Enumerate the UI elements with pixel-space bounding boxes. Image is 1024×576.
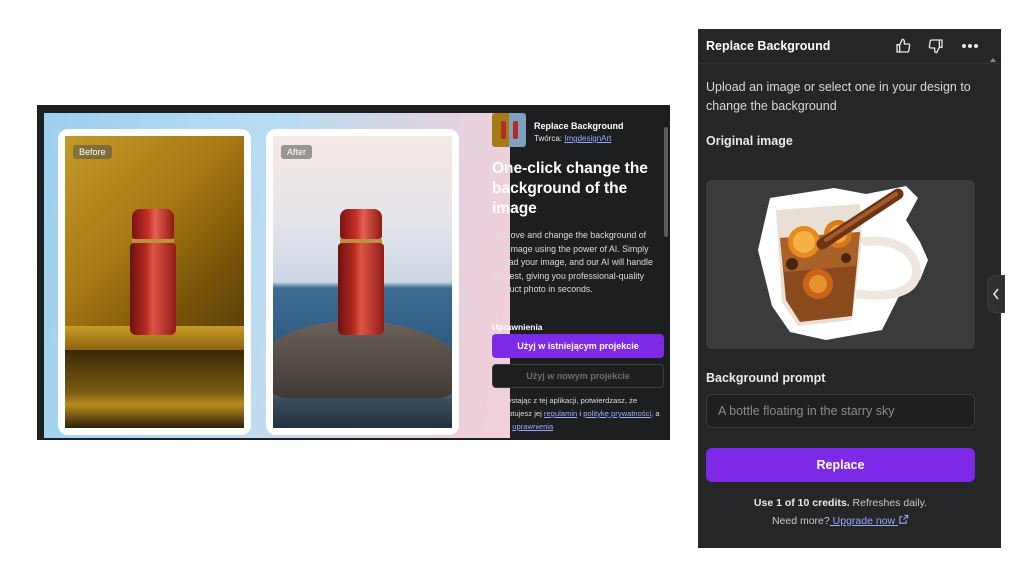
credits-count: Use 1 of 10 credits. — [753, 497, 850, 509]
listing-scrollbar[interactable] — [664, 127, 668, 237]
panel-intro: Upload an image or select one in your de… — [706, 80, 971, 113]
upgrade-link[interactable]: Upgrade now — [829, 514, 909, 527]
header-divider — [698, 63, 1001, 64]
author-prefix: Twórca: — [534, 134, 565, 143]
red-bottle — [338, 209, 384, 335]
scroll-up-icon[interactable] — [990, 58, 996, 62]
before-image: Before — [65, 136, 244, 428]
more-icon[interactable] — [960, 36, 980, 56]
original-image — [758, 186, 928, 340]
credits-refresh: Refreshes daily. — [849, 497, 928, 509]
credits-info: Use 1 of 10 credits. Refreshes daily. — [698, 497, 983, 509]
app-info: Replace Background Twórca: ImgdesignArt … — [492, 113, 670, 438]
background-prompt-label: Background prompt — [706, 371, 826, 385]
author-link[interactable]: ImgdesignArt — [564, 134, 611, 143]
collapse-panel-handle[interactable] — [987, 275, 1005, 313]
after-tag: After — [281, 145, 313, 159]
permissions-link[interactable]: uprawnienia — [512, 422, 553, 431]
thumbs-down-icon[interactable] — [926, 36, 946, 56]
use-in-existing-project-button[interactable]: Użyj w istniejącym projekcie — [492, 334, 664, 358]
terms-link[interactable]: regulamin — [544, 409, 577, 418]
before-card: Before — [58, 129, 251, 435]
before-after-preview: Before After — [44, 113, 510, 438]
app-headline: One-click change the background of the i… — [492, 160, 648, 217]
chevron-left-icon — [992, 288, 999, 300]
red-bottle — [130, 209, 176, 335]
app-name: Replace Background — [534, 121, 624, 131]
need-more-text: Need more? — [771, 515, 830, 527]
app-author: Twórca: ImgdesignArt — [534, 134, 611, 143]
app-listing: Before After Replace Background Twórca: … — [37, 105, 670, 440]
panel-title: Replace Background — [706, 39, 831, 53]
privacy-link[interactable]: politykę prywatności — [583, 409, 651, 418]
original-image-label: Original image — [706, 134, 793, 148]
upgrade-link-text: Upgrade now — [829, 515, 896, 527]
app-thumbnail — [492, 113, 526, 147]
permissions-heading: Uprawnienia — [492, 322, 543, 332]
upgrade-line: Need more? Upgrade now — [698, 514, 983, 527]
app-description: Remove and change the background of any … — [492, 230, 653, 294]
background-prompt-input[interactable] — [706, 394, 975, 428]
replace-button[interactable]: Replace — [706, 448, 975, 482]
original-image-box[interactable] — [706, 180, 975, 349]
legal-notice: Korzystając z tej aplikacji, potwierdzas… — [492, 394, 667, 433]
use-in-new-project-button[interactable]: Użyj w nowym projekcie — [492, 364, 664, 388]
after-image: After — [273, 136, 452, 428]
replace-background-panel: Replace Background Upload an image or se… — [698, 29, 1001, 548]
before-tag: Before — [73, 145, 112, 159]
thumbs-up-icon[interactable] — [893, 36, 913, 56]
after-card: After — [266, 129, 459, 435]
external-link-icon — [899, 514, 909, 524]
